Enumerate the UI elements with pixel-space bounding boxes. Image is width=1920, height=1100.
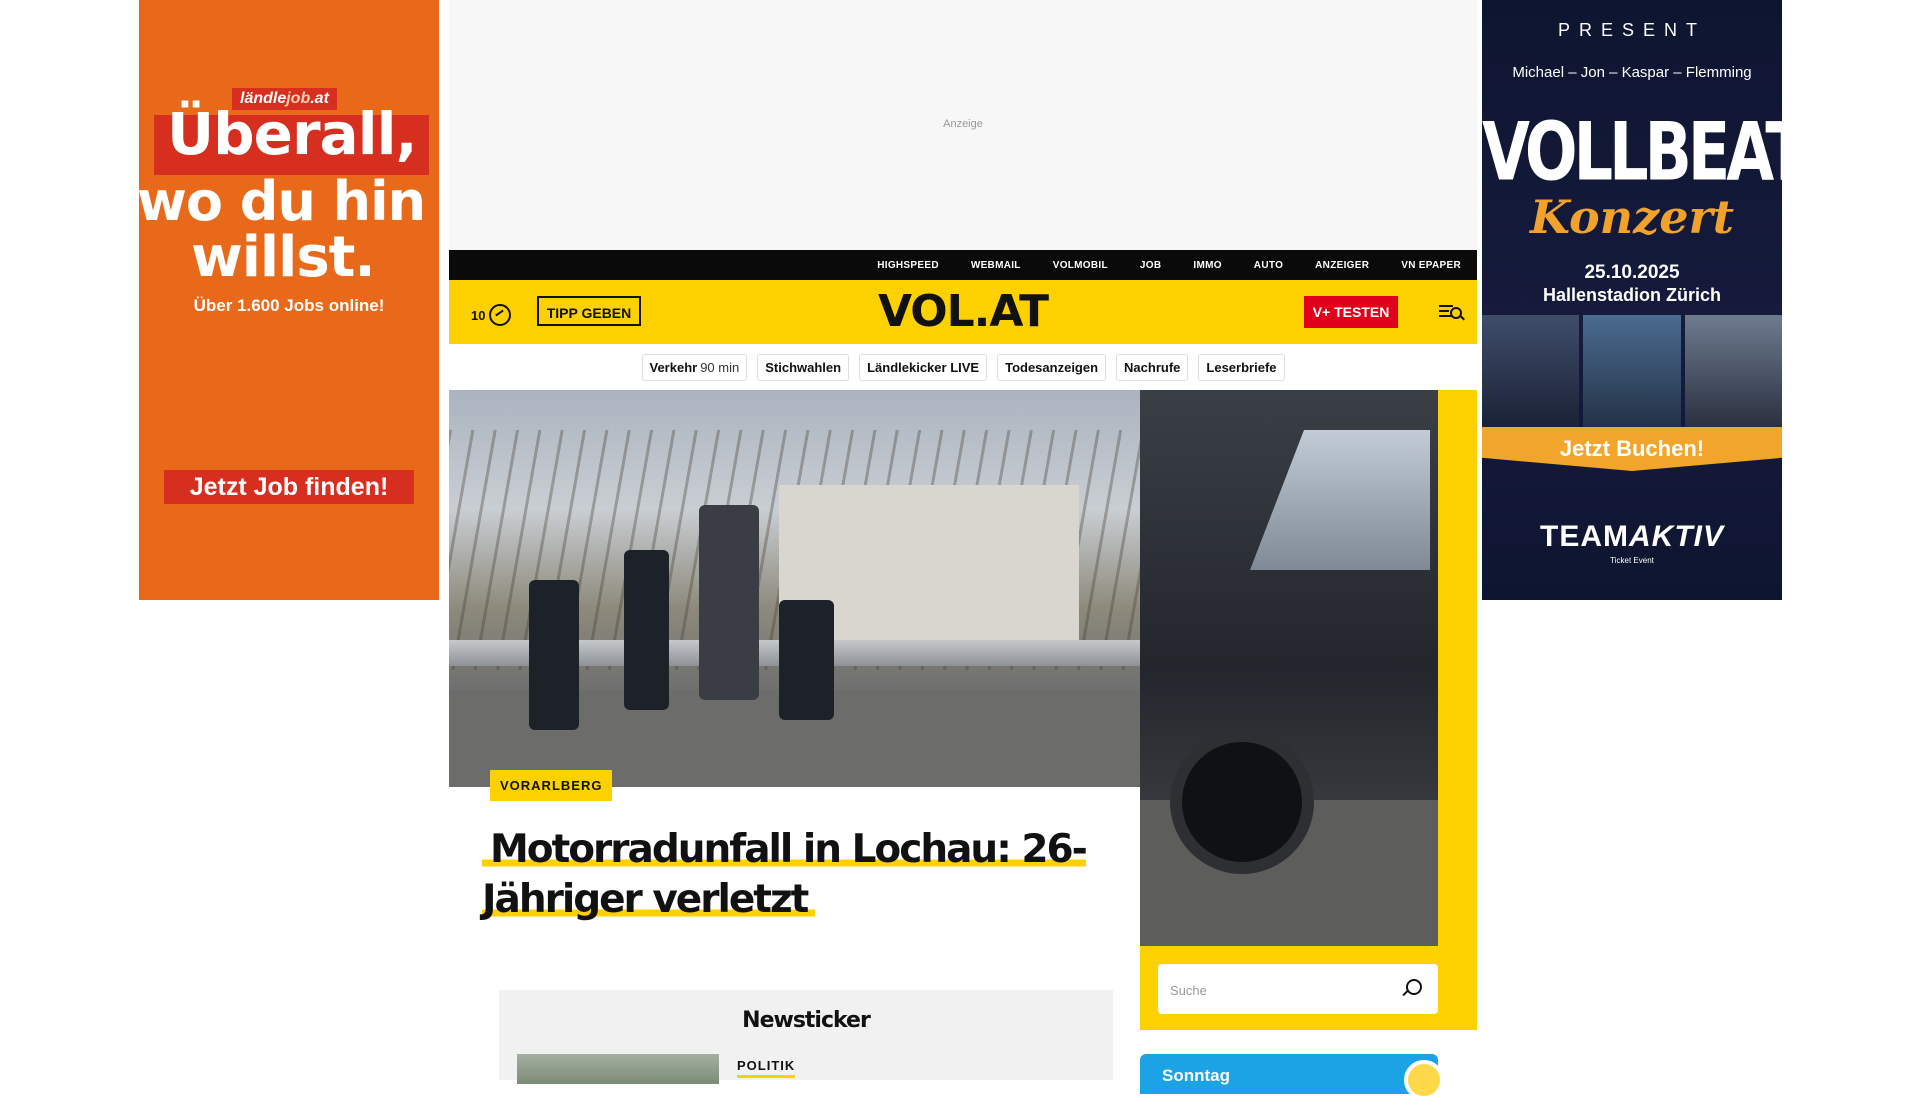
tipp-geben-button[interactable]: TIPP GEBEN: [537, 296, 641, 326]
reading-counter[interactable]: 10: [471, 304, 512, 326]
ad-date: 25.10.2025: [1584, 262, 1680, 283]
ad-photo: [1482, 315, 1580, 427]
site-logo-link[interactable]: VOL.AT: [878, 286, 1049, 337]
service-link-highspeed[interactable]: HIGHSPEED: [877, 260, 939, 271]
ad-book-button[interactable]: Jetzt Buchen!: [1482, 427, 1782, 471]
chip-leserbriefe[interactable]: Leserbriefe: [1198, 354, 1285, 381]
weather-widget[interactable]: Sonntag: [1140, 1054, 1444, 1100]
counter-value: 10: [471, 307, 486, 323]
weather-day: Sonntag: [1162, 1066, 1230, 1085]
ad-headline-line1: Überall,: [167, 100, 417, 168]
left-ad-banner[interactable]: ländlejob.at Überall, wo du hin willst. …: [139, 0, 439, 600]
search-box: [1158, 964, 1438, 1016]
search-input[interactable]: [1168, 964, 1392, 1016]
service-link-anzeiger[interactable]: ANZEIGER: [1315, 260, 1369, 271]
chip-stichwahlen[interactable]: Stichwahlen: [757, 354, 850, 381]
chip-ländlekicker-live[interactable]: Ländlekicker LIVE: [859, 354, 988, 381]
ad-cta-button[interactable]: Jetzt Job finden!: [164, 470, 414, 504]
ad-band-members: Michael – Jon – Kaspar – Flemming: [1512, 64, 1752, 81]
service-link-vn-epaper[interactable]: VN EPAPER: [1401, 260, 1461, 271]
chip-verkehr[interactable]: Verkehr 90 min: [641, 354, 748, 381]
service-link-job[interactable]: JOB: [1140, 260, 1161, 271]
ad-konzert-text: Konzert: [1530, 190, 1734, 244]
ad-label: Anzeige: [943, 118, 983, 130]
menu-search-icon[interactable]: [1439, 302, 1463, 322]
service-link-auto[interactable]: AUTO: [1254, 260, 1283, 271]
service-nav: HIGHSPEED WEBMAIL VOLMOBIL JOB IMMO AUTO ANZEI…: [449, 250, 1477, 280]
ad-photo: [1684, 315, 1782, 427]
right-ad-banner[interactable]: PRESENT Michael – Jon – Kaspar – Flemmin…: [1482, 0, 1782, 600]
chip-nachrufe[interactable]: Nachrufe: [1116, 354, 1189, 381]
newsticker-category[interactable]: POLITIK: [737, 1058, 796, 1078]
article-headline-link[interactable]: Motorradunfall in Lochau: 26-Jähriger ve…: [482, 825, 1092, 925]
ad-organizer-subline: Ticket Event: [1610, 556, 1654, 565]
category-tag[interactable]: VORARLBERG: [490, 770, 613, 801]
ad-present-text: PRESENT: [1557, 20, 1707, 40]
ad-organizer-logo: TEAMAKTIV: [1540, 520, 1724, 553]
search-icon[interactable]: [1406, 979, 1422, 995]
service-link-immo[interactable]: IMMO: [1193, 260, 1221, 271]
ad-headline-line3: willst.: [191, 225, 376, 290]
sun-icon: [1404, 1060, 1444, 1100]
ad-subline: Über 1.600 Jobs online!: [193, 296, 385, 315]
ad-band-photos: [1482, 315, 1782, 427]
chip-todesanzeigen[interactable]: Todesanzeigen: [997, 354, 1107, 381]
hero-image-car[interactable]: [1140, 390, 1438, 946]
top-ad-slot: Anzeige: [449, 0, 1477, 250]
site-header: 10 TIPP GEBEN VOL.AT V+ TESTEN: [449, 280, 1477, 344]
topic-chips: Verkehr 90 min Stichwahlen Ländlekicker LI…: [449, 354, 1477, 381]
vplus-testen-button[interactable]: V+ TESTEN: [1304, 296, 1398, 328]
clock-icon: [489, 304, 512, 326]
ad-photo: [1583, 315, 1681, 427]
newsticker: Newsticker POLITIK: [499, 990, 1113, 1084]
newsticker-heading: Newsticker: [742, 1008, 871, 1033]
ad-band-name: VOLLBEAT: [1482, 104, 1782, 199]
service-link-webmail[interactable]: WEBMAIL: [971, 260, 1021, 271]
article-headline: Motorradunfall in Lochau: 26-Jähriger ve…: [482, 827, 1088, 922]
ad-venue: Hallenstadion Zürich: [1542, 285, 1722, 305]
ad-headline-line2: wo du hin: [139, 170, 426, 233]
service-link-volmobil[interactable]: VOLMOBIL: [1053, 260, 1108, 271]
